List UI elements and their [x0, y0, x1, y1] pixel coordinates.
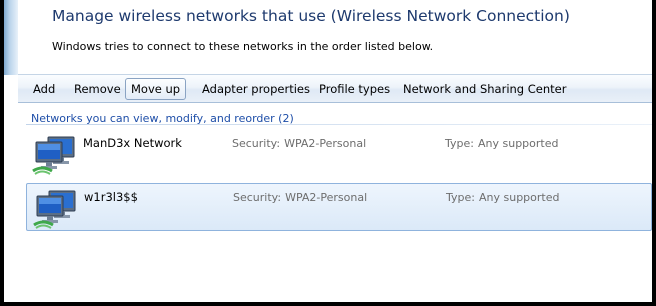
network-security: Security: WPA2-Personal	[233, 191, 367, 204]
adapter-properties-button[interactable]: Adapter properties	[197, 78, 315, 100]
type-label: Type:	[446, 191, 475, 204]
page-description: Windows tries to connect to these networ…	[52, 40, 434, 53]
command-toolbar: Add Remove Move up Adapter properties Pr…	[18, 74, 652, 103]
network-sharing-center-button[interactable]: Network and Sharing Center	[398, 78, 571, 100]
wireless-network-monitor-icon	[32, 136, 75, 175]
group-divider	[26, 124, 652, 125]
network-security: Security: WPA2-Personal	[232, 137, 366, 150]
network-type: Type: Any supported	[446, 191, 559, 204]
type-label: Type:	[445, 137, 474, 150]
security-value: WPA2-Personal	[284, 137, 367, 150]
move-up-button[interactable]: Move up	[125, 78, 187, 100]
type-value: Any supported	[478, 191, 560, 204]
type-value: Any supported	[477, 137, 559, 150]
add-button[interactable]: Add	[28, 78, 60, 100]
security-label: Security:	[232, 137, 281, 150]
navigation-pane-edge	[4, 0, 18, 75]
network-row-mand3x[interactable]: ManD3x Network Security: WPA2-Personal Ty…	[26, 130, 652, 178]
remove-button[interactable]: Remove	[69, 78, 126, 100]
network-type: Type: Any supported	[445, 137, 558, 150]
security-value: WPA2-Personal	[285, 191, 368, 204]
security-label: Security:	[233, 191, 282, 204]
page-title: Manage wireless networks that use (Wirel…	[52, 7, 570, 25]
network-name: ManD3x Network	[83, 136, 182, 150]
wireless-network-monitor-icon	[33, 190, 76, 229]
profile-types-button[interactable]: Profile types	[314, 78, 395, 100]
manage-wireless-networks-window: Manage wireless networks that use (Wirel…	[4, 0, 652, 302]
network-name: w1r3l3$$	[84, 190, 138, 204]
network-row-w1r3l3[interactable]: w1r3l3$$ Security: WPA2-Personal Type: Any…	[26, 183, 652, 231]
